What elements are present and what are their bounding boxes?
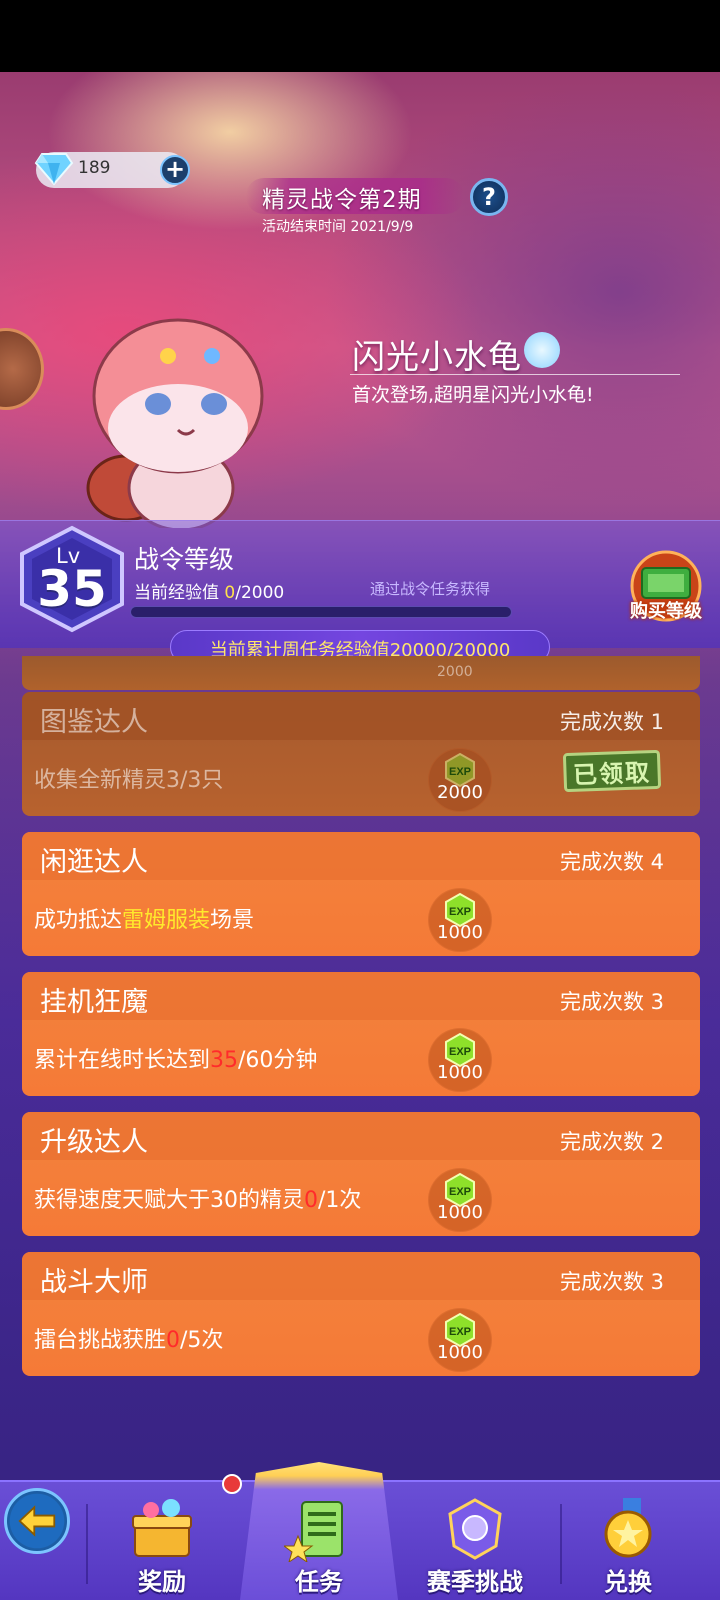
back-arrow-icon[interactable] (4, 1488, 70, 1554)
diamond-count: 189 (78, 158, 111, 178)
task-description: 收集全新精灵3/3只 (34, 768, 224, 793)
task-description: 擂台挑战获胜0/5次 (34, 1328, 224, 1353)
nav-item-rewards[interactable]: 奖励 (92, 1496, 232, 1596)
nav-item-label: 奖励 (138, 1568, 186, 1596)
task-name: 升级达人 (40, 1127, 148, 1158)
task-completion-count: 完成次数 4 (559, 850, 664, 874)
task-completion-count: 完成次数 2 (559, 1130, 664, 1154)
task-card-partial (22, 656, 700, 690)
exp-progress-bar (130, 606, 512, 618)
task-card[interactable]: 战斗大师 完成次数 3 擂台挑战获胜0/5次 EXP 1000 (22, 1252, 700, 1376)
exp-icon-label: EXP (449, 1046, 471, 1058)
mascot-illustration (86, 318, 264, 528)
exp-icon-label: EXP (449, 1326, 471, 1338)
exp-icon-label: EXP (449, 766, 471, 778)
task-card[interactable]: 图鉴达人 完成次数 1 收集全新精灵3/3只 EXP 2000 已领取 (22, 692, 700, 816)
nav-divider (86, 1504, 88, 1584)
nav-item-label: 任务 (295, 1568, 343, 1596)
water-type-icon (524, 332, 560, 368)
gift-chest-icon (132, 1499, 192, 1557)
task-completion-count: 完成次数 1 (559, 710, 664, 734)
task-name: 闲逛达人 (40, 847, 148, 878)
task-description: 成功抵达雷姆服装场景 (34, 908, 255, 933)
buy-level-button[interactable]: 购买等级 (620, 597, 712, 623)
task-clipboard-icon (284, 1501, 343, 1562)
status-bar (0, 0, 720, 72)
nav-item-exchange[interactable]: 兑换 (558, 1496, 698, 1596)
level-number: 35 (37, 560, 107, 618)
task-completion-count: 完成次数 3 (559, 1270, 664, 1294)
nav-item-label: 兑换 (604, 1568, 652, 1596)
exp-icon-label: EXP (449, 906, 471, 918)
task-exp-value: 1000 (437, 1062, 483, 1083)
exp-icon-label: EXP (449, 1186, 471, 1198)
task-name: 战斗大师 (40, 1267, 148, 1298)
nav-item-season-challenge[interactable]: 赛季挑战 (405, 1496, 545, 1596)
diamond-icon (34, 153, 74, 186)
claimed-label: 已领取 (572, 758, 652, 790)
season-crest-icon (448, 1498, 502, 1560)
event-end-time: 活动结束时间 2021/9/9 (262, 219, 414, 235)
help-button[interactable]: ? (470, 178, 508, 216)
page-title: 精灵战令第2期 (262, 187, 422, 213)
divider (350, 374, 680, 375)
battle-pass-level-title: 战令等级 (134, 545, 235, 574)
notification-dot (222, 1474, 242, 1494)
task-card[interactable]: 闲逛达人 完成次数 4 成功抵达雷姆服装场景 EXP 1000 (22, 832, 700, 956)
current-exp: 当前经验值 0/2000 (134, 583, 285, 603)
task-exp-value: 2000 (437, 782, 483, 803)
nav-item-tasks[interactable]: 任务 (249, 1496, 389, 1596)
task-completion-count: 完成次数 3 (559, 990, 664, 1014)
add-diamond-button[interactable]: + (160, 155, 190, 185)
task-exp-value: 1000 (437, 1202, 483, 1223)
task-description: 累计在线时长达到35/60分钟 (34, 1048, 318, 1073)
task-name: 挂机狂魔 (40, 987, 148, 1018)
task-description: 获得速度天赋大于30的精灵0/1次 (34, 1188, 362, 1213)
exchange-medal-icon (604, 1498, 652, 1558)
task-name: 图鉴达人 (40, 707, 148, 738)
task-exp-value: 1000 (437, 1342, 483, 1363)
task-card[interactable]: 挂机狂魔 完成次数 3 累计在线时长达到35/60分钟 EXP 1000 (22, 972, 700, 1096)
task-exp-value: 1000 (437, 922, 483, 943)
task-card[interactable]: 升级达人 完成次数 2 获得速度天赋大于30的精灵0/1次 EXP 1000 (22, 1112, 700, 1236)
featured-pet-name: 闪光小水龟 (352, 337, 522, 376)
featured-pet-description: 首次登场,超明星闪光小水龟! (352, 384, 594, 406)
nav-item-label: 赛季挑战 (427, 1568, 523, 1596)
exp-hint: 通过战令任务获得 (370, 580, 491, 598)
task-exp-value: 2000 (437, 664, 473, 680)
